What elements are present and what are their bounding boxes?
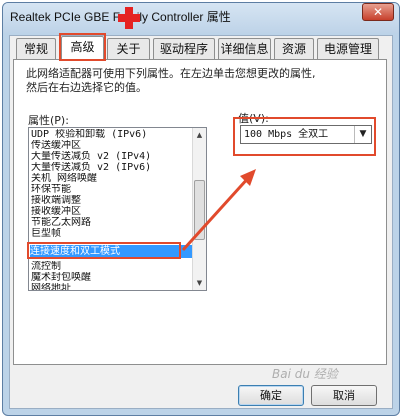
tab-resources[interactable]: 资源 [274,38,314,59]
scroll-thumb[interactable] [194,180,205,240]
watermark: Bai du 经验 [272,367,338,381]
list-item[interactable]: 环保节能 [31,184,193,195]
listbox-scrollbar[interactable]: ▲ ▼ [192,128,206,290]
advanced-description: 此网络适配器可使用下列属性。在左边单击您想更改的属性, 然后在右边选择它的值。 [26,67,346,95]
list-item[interactable]: 接收缓冲区 [31,206,193,217]
list-item[interactable]: 传送缓冲区 [31,140,193,151]
description-line-2: 然后在右边选择它的值。 [26,81,147,94]
tab-driver[interactable]: 驱动程序 [153,38,215,59]
cancel-button[interactable]: 取消 [311,385,377,406]
red-cross-icon [118,7,140,29]
dropdown-arrow-icon[interactable]: ▼ [354,126,371,143]
description-line-1: 此网络适配器可使用下列属性。在左边单击您想更改的属性, [26,67,316,80]
scroll-up-arrow-icon[interactable]: ▲ [193,128,206,142]
list-item[interactable]: UDP 校验和卸载 (IPv6) [31,129,193,140]
list-item[interactable]: 大量传送减负 v2 (IPv4) [31,151,193,162]
list-item[interactable]: 大量传送减负 v2 (IPv6) [31,162,193,173]
tab-general[interactable]: 常规 [16,38,56,59]
tab-highlight-annotation [59,33,106,61]
scroll-down-arrow-icon[interactable]: ▼ [193,276,206,290]
list-item[interactable]: 接收端调整 [31,195,193,206]
tab-power-management[interactable]: 电源管理 [317,38,379,59]
tab-about[interactable]: 关于 [107,38,150,59]
list-item[interactable]: 网络地址 [31,283,193,290]
value-dropdown[interactable]: 100 Mbps 全双工 ▼ [240,125,372,144]
close-button[interactable]: ✕ [362,3,394,21]
ok-button[interactable]: 确定 [238,385,304,406]
list-item[interactable]: 节能乙太网路 [31,217,193,228]
list-item[interactable]: 魔术封包唤醒 [31,272,193,283]
list-item[interactable]: 巨型帧 [31,228,193,239]
property-label: 属性(P): [28,114,69,127]
property-listbox[interactable]: UDP 校验和卸载 (IPv6) 传送缓冲区 大量传送减负 v2 (IPv4) … [28,127,207,291]
list-item[interactable]: 关机 网络唤醒 [31,173,193,184]
value-dropdown-text: 100 Mbps 全双工 [244,129,329,140]
tab-details[interactable]: 详细信息 [218,38,271,59]
selected-property-annotation [27,242,181,259]
list-item[interactable]: 流控制 [31,261,193,272]
